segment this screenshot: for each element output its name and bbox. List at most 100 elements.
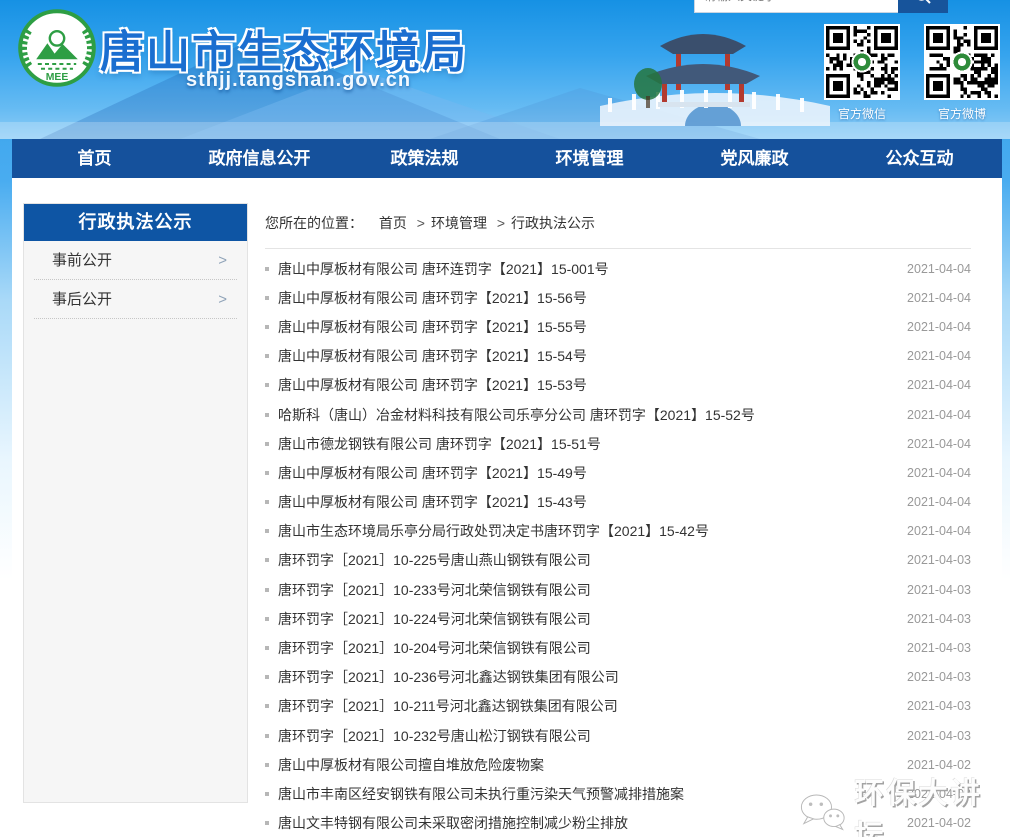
announcement-link[interactable]: 唐山中厚板材有限公司 唐环连罚字【2021】15-001号 [278,259,887,279]
breadcrumb-separator: > [417,215,425,231]
content-area: 行政执法公示 事前公开 > 事后公开 > 您所在的位置： [12,178,1002,837]
breadcrumb-link[interactable]: 环境管理 [431,215,487,231]
chevron-right-icon: > [218,241,227,280]
bullet-icon [265,558,269,562]
bullet-icon [265,325,269,329]
bullet-icon [265,471,269,475]
announcement-date: 2021-04-03 [887,583,971,597]
bullet-icon [265,413,269,417]
breadcrumb-link[interactable]: 首页 [379,215,407,231]
announcement-date: 2021-04-04 [887,524,971,538]
bullet-icon [265,792,269,796]
breadcrumb-divider [265,248,971,249]
announcement-link[interactable]: 唐环罚字［2021］10-236号河北鑫达钢铁集团有限公司 [278,667,887,687]
qr-wechat-block: 官方微信 [824,24,900,122]
announcement-date: 2021-04-04 [887,466,971,480]
announcement-link[interactable]: 唐山中厚板材有限公司 唐环罚字【2021】15-54号 [278,346,887,366]
wechat-qr-code [824,24,900,100]
bullet-icon [265,821,269,825]
breadcrumb-separator: > [497,215,505,231]
bullet-icon [265,763,269,767]
search-button[interactable] [898,0,948,13]
announcement-date: 2021-04-02 [887,787,971,801]
announcement-date: 2021-04-04 [887,349,971,363]
nav-item[interactable]: 政府信息公开 [177,139,342,178]
list-item[interactable]: 唐山中厚板材有限公司 唐环罚字【2021】15-54号 2021-04-04 [265,342,971,371]
list-item[interactable]: 唐山中厚板材有限公司 唐环罚字【2021】15-53号 2021-04-04 [265,371,971,400]
bullet-icon [265,529,269,533]
list-item[interactable]: 唐山中厚板材有限公司擅自堆放危险废物案 2021-04-02 [265,750,971,779]
bullet-icon [265,675,269,679]
list-item[interactable]: 唐山市生态环境局乐亭分局行政处罚决定书唐环罚字【2021】15-42号 2021… [265,517,971,546]
announcement-date: 2021-04-03 [887,553,971,567]
announcement-link[interactable]: 唐环罚字［2021］10-224号河北荣信钢铁有限公司 [278,609,887,629]
announcement-date: 2021-04-03 [887,641,971,655]
page: MEE 唐山市生态环境局 sthjj.tangshan.gov.cn 官方微信 … [0,0,1010,837]
announcement-link[interactable]: 唐山中厚板材有限公司擅自堆放危险废物案 [278,755,887,775]
list-item[interactable]: 唐山中厚板材有限公司 唐环罚字【2021】15-56号 2021-04-04 [265,283,971,312]
announcement-link[interactable]: 唐环罚字［2021］10-225号唐山燕山钢铁有限公司 [278,550,887,570]
announcement-link[interactable]: 唐山文丰特钢有限公司未采取密闭措施控制减少粉尘排放 [278,813,887,833]
list-item[interactable]: 唐山中厚板材有限公司 唐环罚字【2021】15-49号 2021-04-04 [265,458,971,487]
list-item[interactable]: 唐山中厚板材有限公司 唐环罚字【2021】15-55号 2021-04-04 [265,312,971,341]
sidebar-menu-item[interactable]: 事前公开 > [34,241,237,280]
announcement-link[interactable]: 唐环罚字［2021］10-211号河北鑫达钢铁集团有限公司 [278,696,887,716]
list-item[interactable]: 唐环罚字［2021］10-236号河北鑫达钢铁集团有限公司 2021-04-03 [265,663,971,692]
wechat-qr-label: 官方微信 [824,105,900,122]
announcement-date: 2021-04-03 [887,670,971,684]
sidebar-menu: 事前公开 > 事后公开 > [24,241,247,319]
chevron-right-icon: > [218,280,227,319]
nav-item[interactable]: 公众互动 [837,139,1002,178]
announcement-list: 唐山中厚板材有限公司 唐环连罚字【2021】15-001号 2021-04-04… [265,254,971,837]
list-item[interactable]: 唐环罚字［2021］10-204号河北荣信钢铁有限公司 2021-04-03 [265,633,971,662]
announcement-date: 2021-04-04 [887,408,971,422]
list-item[interactable]: 唐山中厚板材有限公司 唐环罚字【2021】15-43号 2021-04-04 [265,488,971,517]
bullet-icon [265,646,269,650]
announcement-link[interactable]: 唐环罚字［2021］10-233号河北荣信钢铁有限公司 [278,580,887,600]
announcement-link[interactable]: 唐环罚字［2021］10-232号唐山松汀钢铁有限公司 [278,726,887,746]
svg-text:MEE: MEE [46,72,69,83]
list-item[interactable]: 唐环罚字［2021］10-211号河北鑫达钢铁集团有限公司 2021-04-03 [265,692,971,721]
announcement-link[interactable]: 唐山市丰南区经安钢铁有限公司未执行重污染天气预警减排措施案 [278,784,887,804]
announcement-link[interactable]: 唐山市德龙钢铁有限公司 唐环罚字【2021】15-51号 [278,434,887,454]
nav-item[interactable]: 政策法规 [342,139,507,178]
announcement-link[interactable]: 哈斯科（唐山）冶金材料科技有限公司乐亭分公司 唐环罚字【2021】15-52号 [278,405,887,425]
main-nav: 首页 政府信息公开 政策法规 环境管理 党风廉政 公众互动 [12,139,1002,178]
list-item[interactable]: 唐山市德龙钢铁有限公司 唐环罚字【2021】15-51号 2021-04-04 [265,429,971,458]
announcement-date: 2021-04-04 [887,320,971,334]
list-item[interactable]: 唐环罚字［2021］10-225号唐山燕山钢铁有限公司 2021-04-03 [265,546,971,575]
qr-weibo-block: 官方微博 [924,24,1000,122]
search-bar [694,0,948,13]
breadcrumb-link[interactable]: 行政执法公示 [511,215,595,231]
announcement-link[interactable]: 唐山中厚板材有限公司 唐环罚字【2021】15-53号 [278,375,887,395]
list-item[interactable]: 唐环罚字［2021］10-232号唐山松汀钢铁有限公司 2021-04-03 [265,721,971,750]
bullet-icon [265,588,269,592]
bullet-icon [265,383,269,387]
announcement-date: 2021-04-04 [887,262,971,276]
list-item[interactable]: 唐山中厚板材有限公司 唐环连罚字【2021】15-001号 2021-04-04 [265,254,971,283]
nav-item[interactable]: 首页 [12,139,177,178]
bullet-icon [265,734,269,738]
list-item[interactable]: 唐环罚字［2021］10-224号河北荣信钢铁有限公司 2021-04-03 [265,604,971,633]
nav-item[interactable]: 环境管理 [507,139,672,178]
announcement-link[interactable]: 唐山市生态环境局乐亭分局行政处罚决定书唐环罚字【2021】15-42号 [278,521,887,541]
announcement-link[interactable]: 唐山中厚板材有限公司 唐环罚字【2021】15-55号 [278,317,887,337]
announcement-link[interactable]: 唐环罚字［2021］10-204号河北荣信钢铁有限公司 [278,638,887,658]
announcement-link[interactable]: 唐山中厚板材有限公司 唐环罚字【2021】15-49号 [278,463,887,483]
search-icon [914,0,932,5]
announcement-link[interactable]: 唐山中厚板材有限公司 唐环罚字【2021】15-43号 [278,492,887,512]
bullet-icon [265,296,269,300]
weibo-qr-label: 官方微博 [924,105,1000,122]
list-item[interactable]: 唐环罚字［2021］10-233号河北荣信钢铁有限公司 2021-04-03 [265,575,971,604]
mee-logo[interactable]: MEE [17,8,97,88]
announcement-date: 2021-04-04 [887,291,971,305]
nav-item[interactable]: 党风廉政 [672,139,837,178]
announcement-link[interactable]: 唐山中厚板材有限公司 唐环罚字【2021】15-56号 [278,288,887,308]
list-item[interactable]: 唐山市丰南区经安钢铁有限公司未执行重污染天气预警减排措施案 2021-04-02 [265,779,971,808]
sidebar: 行政执法公示 事前公开 > 事后公开 > [23,203,248,803]
list-item[interactable]: 唐山文丰特钢有限公司未采取密闭措施控制减少粉尘排放 2021-04-02 [265,809,971,837]
search-input[interactable] [694,0,898,13]
site-header: MEE 唐山市生态环境局 sthjj.tangshan.gov.cn 官方微信 … [0,0,1010,139]
sidebar-menu-item[interactable]: 事后公开 > [34,280,237,319]
list-item[interactable]: 哈斯科（唐山）冶金材料科技有限公司乐亭分公司 唐环罚字【2021】15-52号 … [265,400,971,429]
